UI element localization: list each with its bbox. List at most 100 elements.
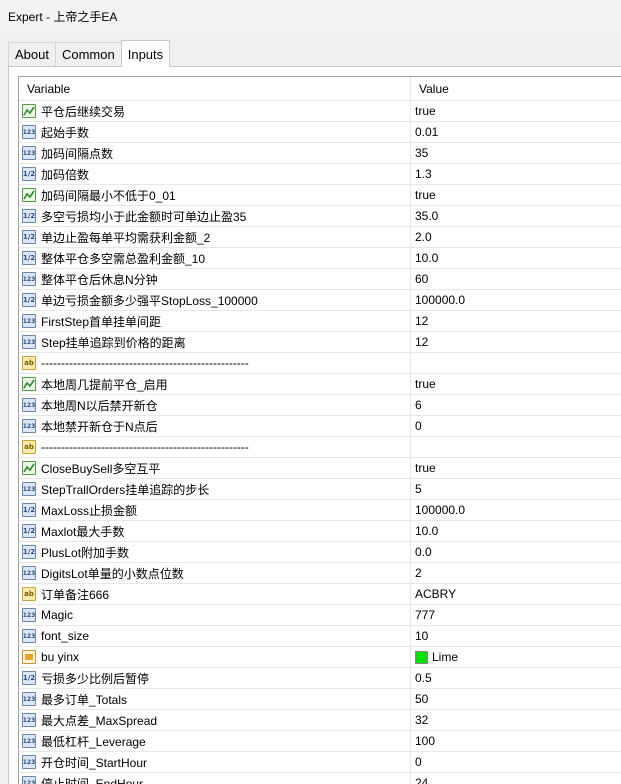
table-row[interactable]: 1/2 加码倍数 1.3 bbox=[19, 164, 621, 185]
value-cell[interactable]: 50 bbox=[411, 689, 621, 709]
variable-name: 单边亏损金额多少强平StopLoss_100000 bbox=[41, 293, 258, 308]
value-text: 50 bbox=[415, 692, 429, 706]
value-cell[interactable]: 100000.0 bbox=[411, 290, 621, 310]
table-row[interactable]: ab --------------------------------------… bbox=[19, 437, 621, 458]
value-cell[interactable]: 24 bbox=[411, 773, 621, 784]
table-row[interactable]: 123 font_size 10 bbox=[19, 626, 621, 647]
table-row[interactable]: 123 DigitsLot单量的小数点位数 2 bbox=[19, 563, 621, 584]
variable-name: CloseBuySell多空互平 bbox=[41, 461, 161, 476]
value-cell[interactable]: 1.3 bbox=[411, 164, 621, 184]
table-row[interactable]: 123 起始手数 0.01 bbox=[19, 122, 621, 143]
value-cell[interactable]: 35.0 bbox=[411, 206, 621, 226]
value-cell[interactable]: 100000.0 bbox=[411, 500, 621, 520]
value-cell[interactable]: 0 bbox=[411, 416, 621, 436]
value-cell[interactable]: 10.0 bbox=[411, 248, 621, 268]
variable-cell: 123 Step挂单追踪到价格的距离 bbox=[19, 332, 411, 352]
double-param-icon: 1/2 bbox=[22, 671, 36, 685]
table-row[interactable]: 1/2 PlusLot附加手数 0.0 bbox=[19, 542, 621, 563]
value-cell[interactable]: 32 bbox=[411, 710, 621, 730]
variable-cell: 1/2 多空亏损均小于此金额时可单边止盈35 bbox=[19, 206, 411, 226]
variable-cell: 1/2 整体平仓多空需总盈利金额_10 bbox=[19, 248, 411, 268]
value-cell[interactable]: 100 bbox=[411, 731, 621, 751]
table-row[interactable]: 123 Magic 777 bbox=[19, 605, 621, 626]
table-row[interactable]: 123 Step挂单追踪到价格的距离 12 bbox=[19, 332, 621, 353]
variable-cell: ab --------------------------------------… bbox=[19, 437, 411, 457]
table-row[interactable]: 123 本地禁开新仓于N点后 0 bbox=[19, 416, 621, 437]
table-row[interactable]: 1/2 单边止盈每单平均需获利金额_2 2.0 bbox=[19, 227, 621, 248]
value-cell[interactable] bbox=[411, 437, 621, 457]
value-cell[interactable]: 2.0 bbox=[411, 227, 621, 247]
value-text: 1.3 bbox=[415, 167, 432, 181]
value-cell[interactable]: 12 bbox=[411, 311, 621, 331]
table-row[interactable]: 1/2 整体平仓多空需总盈利金额_10 10.0 bbox=[19, 248, 621, 269]
table-row[interactable]: 1/2 Maxlot最大手数 10.0 bbox=[19, 521, 621, 542]
value-cell[interactable]: 10.0 bbox=[411, 521, 621, 541]
column-header-variable[interactable]: Variable bbox=[19, 77, 411, 100]
table-row[interactable]: ab 订单备注666 ACBRY bbox=[19, 584, 621, 605]
table-row[interactable]: 平仓后继续交易 true bbox=[19, 101, 621, 122]
table-row[interactable]: 123 最低杠杆_Leverage 100 bbox=[19, 731, 621, 752]
string-param-icon: ab bbox=[22, 440, 36, 454]
value-cell[interactable]: true bbox=[411, 185, 621, 205]
table-row[interactable]: ab --------------------------------------… bbox=[19, 353, 621, 374]
table-row[interactable]: 1/2 亏损多少比例后暂停 0.5 bbox=[19, 668, 621, 689]
value-cell[interactable]: 5 bbox=[411, 479, 621, 499]
table-row[interactable]: CloseBuySell多空互平 true bbox=[19, 458, 621, 479]
variable-cell: 加码间隔最小不低于0_01 bbox=[19, 185, 411, 205]
value-cell[interactable]: true bbox=[411, 101, 621, 121]
value-cell[interactable] bbox=[411, 353, 621, 373]
value-text: 12 bbox=[415, 314, 429, 328]
table-row[interactable]: 123 开仓时间_StartHour 0 bbox=[19, 752, 621, 773]
variable-cell: 1/2 单边亏损金额多少强平StopLoss_100000 bbox=[19, 290, 411, 310]
value-text: 777 bbox=[415, 608, 436, 622]
value-cell[interactable]: true bbox=[411, 374, 621, 394]
value-cell[interactable]: 2 bbox=[411, 563, 621, 583]
tab-strip: About Common Inputs bbox=[8, 40, 171, 67]
value-cell[interactable]: true bbox=[411, 458, 621, 478]
value-text: 2.0 bbox=[415, 230, 432, 244]
value-cell[interactable]: 0.0 bbox=[411, 542, 621, 562]
value-cell[interactable]: 35 bbox=[411, 143, 621, 163]
value-cell[interactable]: ACBRY bbox=[411, 584, 621, 604]
int-param-icon: 123 bbox=[22, 692, 36, 706]
column-header-value[interactable]: Value bbox=[411, 77, 621, 100]
table-row[interactable]: 123 最多订单_Totals 50 bbox=[19, 689, 621, 710]
value-cell[interactable]: 6 bbox=[411, 395, 621, 415]
table-row[interactable]: 1/2 MaxLoss止损金额 100000.0 bbox=[19, 500, 621, 521]
table-row[interactable]: 123 加码间隔点数 35 bbox=[19, 143, 621, 164]
variable-cell: 123 最大点差_MaxSpread bbox=[19, 710, 411, 730]
table-row[interactable]: 1/2 单边亏损金额多少强平StopLoss_100000 100000.0 bbox=[19, 290, 621, 311]
tab-about[interactable]: About bbox=[8, 42, 56, 66]
value-cell[interactable]: 0.5 bbox=[411, 668, 621, 688]
variable-name: 最低杠杆_Leverage bbox=[41, 734, 146, 749]
value-cell[interactable]: 777 bbox=[411, 605, 621, 625]
value-cell[interactable]: Lime bbox=[411, 647, 621, 667]
tab-common[interactable]: Common bbox=[54, 42, 122, 66]
table-row[interactable]: 123 整体平仓后休息N分钟 60 bbox=[19, 269, 621, 290]
table-row[interactable]: 加码间隔最小不低于0_01 true bbox=[19, 185, 621, 206]
inputs-table: Variable Value 平仓后继续交易 true 123 起始手数 0.01 123… bbox=[18, 76, 621, 784]
value-cell[interactable]: 0.01 bbox=[411, 122, 621, 142]
table-row[interactable]: bu yinx Lime bbox=[19, 647, 621, 668]
variable-cell: 123 DigitsLot单量的小数点位数 bbox=[19, 563, 411, 583]
variable-cell: 平仓后继续交易 bbox=[19, 101, 411, 121]
int-param-icon: 123 bbox=[22, 314, 36, 328]
value-text: 35.0 bbox=[415, 209, 439, 223]
value-cell[interactable]: 0 bbox=[411, 752, 621, 772]
value-cell[interactable]: 12 bbox=[411, 332, 621, 352]
int-param-icon: 123 bbox=[22, 482, 36, 496]
variable-name: 多空亏损均小于此金额时可单边止盈35 bbox=[41, 209, 247, 224]
table-row[interactable]: 123 FirstStep首单挂单间距 12 bbox=[19, 311, 621, 332]
color-param-icon bbox=[22, 650, 36, 664]
table-row[interactable]: 123 本地周N以后禁开新仓 6 bbox=[19, 395, 621, 416]
value-cell[interactable]: 10 bbox=[411, 626, 621, 646]
table-row[interactable]: 123 最大点差_MaxSpread 32 bbox=[19, 710, 621, 731]
table-row[interactable]: 123 停止时间_EndHour 24 bbox=[19, 773, 621, 784]
value-cell[interactable]: 60 bbox=[411, 269, 621, 289]
variable-name: font_size bbox=[41, 629, 90, 643]
table-row[interactable]: 本地周几提前平仓_启用 true bbox=[19, 374, 621, 395]
table-row[interactable]: 123 StepTrallOrders挂单追踪的步长 5 bbox=[19, 479, 621, 500]
table-row[interactable]: 1/2 多空亏损均小于此金额时可单边止盈35 35.0 bbox=[19, 206, 621, 227]
variable-name: 最大点差_MaxSpread bbox=[41, 713, 158, 728]
tab-inputs[interactable]: Inputs bbox=[120, 40, 171, 67]
